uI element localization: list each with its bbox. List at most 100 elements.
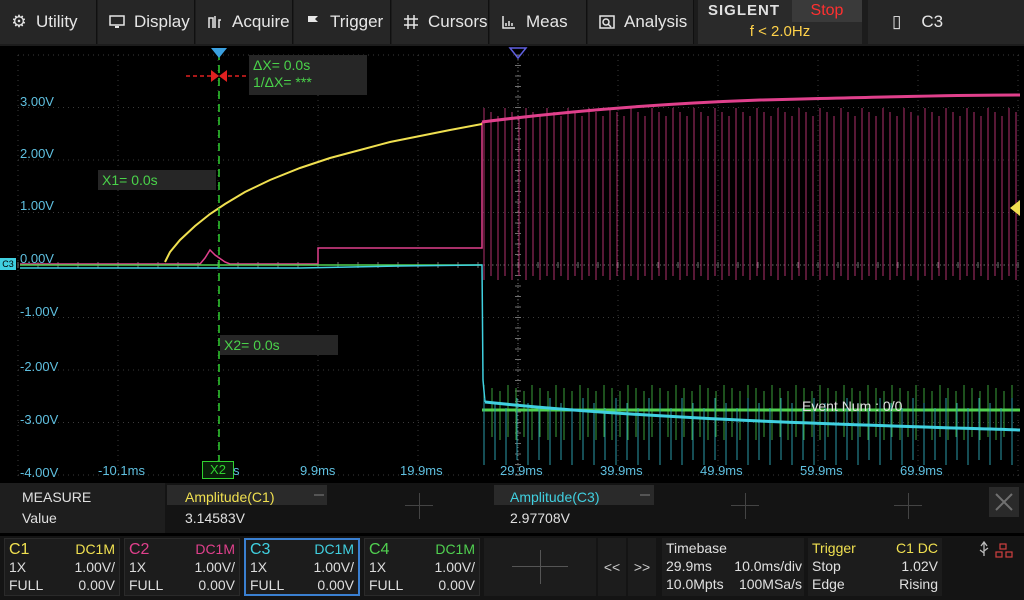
- trigger-type: Edge: [812, 576, 845, 592]
- delta-x-value: ΔX= 0.0s: [253, 57, 311, 73]
- trigger-mode: Stop: [812, 558, 841, 574]
- channel-3-panel[interactable]: C3 DC1M 1X 1.00V/ FULL 0.00V: [244, 538, 360, 596]
- ch1-scale: 1.00V/: [74, 559, 115, 575]
- gear-icon: ⚙: [11, 12, 27, 31]
- ch4-bw: FULL: [369, 577, 404, 593]
- flag-icon: [304, 13, 322, 31]
- timebase-memory: 10.0Mpts: [666, 576, 724, 592]
- menu-bar: ⚙ Utility Display Acquire Trigger Cursor…: [0, 0, 1024, 46]
- ch4-scale: 1.00V/: [434, 559, 475, 575]
- add-channel-slot[interactable]: [484, 538, 596, 596]
- cursor-x1-readout: X1= 0.0s: [98, 170, 216, 190]
- measure-slot-2-add-icon[interactable]: [419, 493, 420, 519]
- ch2-name: C2: [129, 541, 150, 558]
- trigger-level: 1.02V: [901, 558, 938, 574]
- menu-display[interactable]: Display: [98, 0, 195, 44]
- x-label: 39.9ms: [600, 463, 643, 478]
- trigger-source: C1 DC: [895, 540, 938, 556]
- y-label: 0.00V: [20, 251, 54, 266]
- next-page-button[interactable]: >>: [628, 538, 656, 596]
- menu-trigger[interactable]: Trigger: [294, 0, 391, 44]
- trigger-panel[interactable]: Trigger C1 DC Stop 1.02V Edge Rising: [808, 538, 942, 596]
- ch1-name: C1: [9, 541, 30, 558]
- y-label: -1.00V: [20, 304, 59, 319]
- ch4-name: C4: [369, 541, 390, 558]
- active-channel-label: C3: [921, 12, 944, 31]
- ch3-offset: 0.00V: [317, 577, 354, 593]
- brand-logo: SIGLENT: [708, 2, 781, 19]
- menu-display-label: Display: [134, 12, 190, 31]
- ch1-waveform: [164, 123, 483, 263]
- trigger-title: Trigger: [812, 540, 856, 556]
- ch3-bw: FULL: [250, 577, 285, 593]
- ch2-bw: FULL: [129, 577, 164, 593]
- trigger-frequency: f < 2.0Hz: [749, 23, 811, 40]
- run-stop-status[interactable]: Stop: [792, 0, 862, 22]
- x-label: 29.9ms: [500, 463, 543, 478]
- ch3-name: C3: [250, 541, 271, 558]
- ch2-probe: 1X: [129, 559, 147, 575]
- y-label: 1.00V: [20, 198, 54, 213]
- menu-cursors-label: Cursors: [428, 12, 488, 31]
- menu-utility-label: Utility: [36, 12, 78, 31]
- cursors-icon: [402, 13, 420, 31]
- ch3-ground-marker[interactable]: C3: [0, 258, 16, 270]
- cursor-x2-readout: X2= 0.0s: [220, 335, 338, 355]
- ch3-waveform: [20, 264, 1021, 465]
- trigger-slope: Rising: [899, 576, 938, 592]
- graticule: [17, 47, 1021, 478]
- measure-value-label: Value: [22, 510, 57, 526]
- channel-2-panel[interactable]: C2 DC1M 1X 1.00V/ FULL 0.00V: [124, 538, 240, 596]
- menu-meas[interactable]: Meas: [490, 0, 587, 44]
- measure-2-name: Amplitude(C3): [510, 489, 600, 505]
- timebase-delay: 29.9ms: [666, 558, 712, 574]
- close-icon: [995, 493, 1013, 511]
- cursor-delta-readout: ΔX= 0.0s 1/ΔX= ***: [249, 55, 367, 95]
- prev-page-button[interactable]: <<: [598, 538, 626, 596]
- menu-analysis[interactable]: Analysis: [588, 0, 694, 44]
- ch1-coupling: DC1M: [75, 541, 115, 557]
- x-label: s: [233, 463, 240, 478]
- y-label: 3.00V: [20, 94, 54, 109]
- menu-acquire[interactable]: Acquire: [196, 0, 293, 44]
- cursor-x2-tag[interactable]: X2: [202, 461, 234, 479]
- measure-slot-5-add-icon[interactable]: [908, 493, 909, 519]
- ch3-probe: 1X: [250, 559, 268, 575]
- menu-acquire-label: Acquire: [232, 12, 290, 31]
- channel-1-panel[interactable]: C1 DC1M 1X 1.00V/ FULL 0.00V: [4, 538, 120, 596]
- menu-utility[interactable]: ⚙ Utility: [0, 0, 97, 44]
- ch2-offset: 0.00V: [198, 577, 235, 593]
- waveform-area[interactable]: 3.00V 2.00V 1.00V 0.00V -1.00V -2.00V -3…: [0, 46, 1024, 480]
- y-label: -2.00V: [20, 359, 59, 374]
- x-label: -10.1ms: [98, 463, 145, 478]
- measure-close-button[interactable]: [989, 487, 1019, 517]
- status-icons: [976, 540, 1020, 560]
- event-num: Event Num : 0/0: [802, 398, 903, 414]
- x-label: 59.9ms: [800, 463, 843, 478]
- trigger-level-marker[interactable]: [1010, 200, 1020, 216]
- measure-slot-4-add-icon[interactable]: [745, 493, 746, 519]
- active-channel-selector[interactable]: ▯ C3: [868, 0, 1024, 44]
- inverse-delta-x-value: 1/ΔX= ***: [253, 74, 312, 90]
- ch2-scale: 1.00V/: [194, 559, 235, 575]
- measure-title: MEASURE: [22, 489, 92, 505]
- menu-cursors[interactable]: Cursors: [392, 0, 489, 44]
- measure-1-remove-icon[interactable]: [314, 494, 324, 496]
- measure-panel: MEASURE Value Amplitude(C1) 3.14583V Amp…: [0, 483, 1024, 533]
- measure-1-value: 3.14583V: [185, 510, 245, 526]
- measure-2-remove-icon[interactable]: [640, 494, 650, 496]
- x-label: 69.9ms: [900, 463, 943, 478]
- acquire-icon: [206, 13, 224, 31]
- y-label: -3.00V: [20, 412, 59, 427]
- measure-1-name: Amplitude(C1): [185, 489, 275, 505]
- ch1-offset: 0.00V: [78, 577, 115, 593]
- plus-icon: [540, 550, 541, 584]
- channel-list-icon: ▯: [892, 12, 902, 31]
- channel-4-panel[interactable]: C4 DC1M 1X 1.00V/ FULL 0.00V: [364, 538, 480, 596]
- ch3-scale: 1.00V/: [313, 559, 354, 575]
- ch4-probe: 1X: [369, 559, 387, 575]
- x-label: 19.9ms: [400, 463, 443, 478]
- ch4-offset: 0.00V: [438, 577, 475, 593]
- ch1-bw: FULL: [9, 577, 44, 593]
- timebase-panel[interactable]: Timebase 29.9ms 10.0ms/div 10.0Mpts 100M…: [662, 538, 804, 596]
